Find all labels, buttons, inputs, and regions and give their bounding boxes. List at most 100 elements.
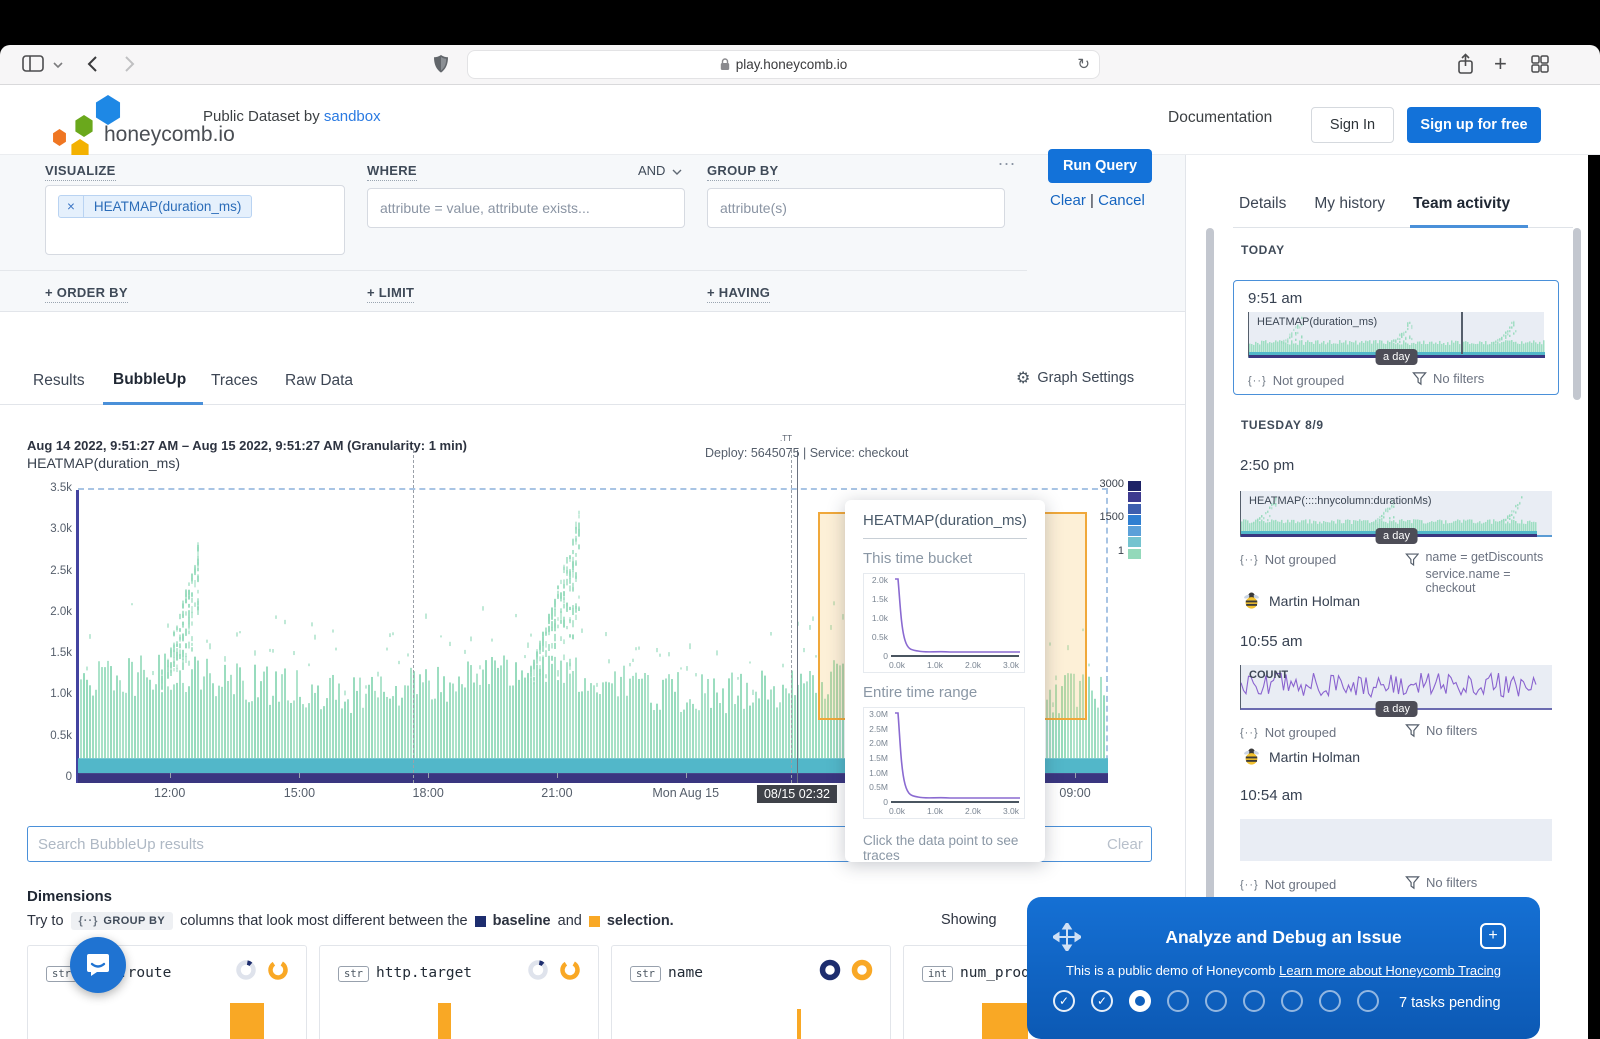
dimension-name: num_prod <box>960 965 1030 981</box>
task-circle[interactable]: ✓ <box>1053 990 1075 1012</box>
group-by-pill-label: GROUP BY <box>103 915 165 927</box>
tab-my-history[interactable]: My history <box>1314 195 1385 213</box>
tuesday-header: TUESDAY 8/9 <box>1241 418 1324 432</box>
task-circle[interactable] <box>1281 990 1303 1012</box>
visualize-label[interactable]: VISUALIZE <box>45 163 116 181</box>
dimension-card-name[interactable]: str name <box>611 945 891 1039</box>
group-by-input[interactable]: attribute(s) <box>707 188 1005 228</box>
selection-swatch <box>589 916 600 927</box>
card-user: Martin Holman <box>1242 747 1360 766</box>
visualize-chip[interactable]: × HEATMAP(duration_ms) <box>58 195 252 218</box>
selection-bar <box>982 1003 1028 1039</box>
where-label[interactable]: WHERE <box>367 163 417 181</box>
card-time: 10:54 am <box>1240 787 1303 804</box>
comparison-rings <box>818 958 876 982</box>
cancel-query-link[interactable]: Cancel <box>1098 192 1145 209</box>
clear-query-link[interactable]: Clear <box>1050 192 1086 209</box>
dimension-card-http-route[interactable]: str http.route <box>27 945 307 1039</box>
share-icon[interactable] <box>1457 53 1474 75</box>
card-time: 9:51 am <box>1248 290 1302 307</box>
duration-badge: a day <box>1375 701 1418 717</box>
group-by-label[interactable]: GROUP BY <box>707 163 779 181</box>
sidebar-scrollbar[interactable] <box>1573 228 1581 400</box>
overflow-menu[interactable]: ... <box>998 149 1016 170</box>
task-circle[interactable] <box>1319 990 1341 1012</box>
sign-in-button[interactable]: Sign In <box>1311 107 1394 143</box>
limit-button[interactable]: + LIMIT <box>367 285 414 303</box>
graph-settings-button[interactable]: ⚙ Graph Settings <box>1016 368 1134 387</box>
sign-in-label: Sign In <box>1330 117 1375 133</box>
lock-icon <box>720 58 730 71</box>
honeycomb-logo[interactable]: honeycomb.io <box>28 93 218 149</box>
legend-mid-label: 1500 <box>1082 511 1124 523</box>
task-circle[interactable] <box>1357 990 1379 1012</box>
time-range-label: Aug 14 2022, 9:51:27 AM – Aug 15 2022, 9… <box>27 438 467 453</box>
tracing-link[interactable]: Learn more about Honeycomb Tracing <box>1279 963 1501 978</box>
user-name: Martin Holman <box>1269 749 1360 765</box>
tab-bubbleup[interactable]: BubbleUp <box>113 371 186 389</box>
forward-icon[interactable] <box>124 55 136 73</box>
active-tab-underline <box>103 402 203 405</box>
screen: play.honeycomb.io ↻ + honeycomb.io Publi… <box>0 0 1600 1039</box>
duration-badge: a day <box>1375 349 1418 365</box>
task-circle[interactable] <box>1167 990 1189 1012</box>
expand-icon[interactable]: + <box>1480 923 1506 949</box>
order-by-button[interactable]: + ORDER BY <box>45 285 128 303</box>
dimension-card-http-target[interactable]: str http.target <box>319 945 599 1039</box>
task-circle[interactable]: ✓ <box>1091 990 1113 1012</box>
where-input[interactable]: attribute = value, attribute exists... <box>367 188 685 228</box>
tab-overview-icon[interactable] <box>1531 55 1549 73</box>
group-by-placeholder: attribute(s) <box>720 200 787 216</box>
documentation-link[interactable]: Documentation <box>1168 109 1272 127</box>
tab-results[interactable]: Results <box>33 372 85 390</box>
back-icon[interactable] <box>86 55 98 73</box>
history-card-1055am[interactable]: 10:55 am COUNT a day {··}Not grouped No … <box>1233 629 1559 764</box>
group-by-pill[interactable]: {··} GROUP BY <box>71 912 174 930</box>
dimension-name: http.target <box>376 965 472 981</box>
logo-hex-blue <box>94 95 122 125</box>
search-clear-button[interactable]: Clear <box>1107 836 1143 853</box>
chip-remove-icon[interactable]: × <box>59 196 84 217</box>
history-card-1054am[interactable]: 10:54 am {··}Not grouped No filters <box>1233 783 1559 903</box>
task-circle[interactable] <box>1243 990 1265 1012</box>
card-grouping: {··}Not grouped <box>1240 552 1336 567</box>
new-tab-icon[interactable]: + <box>1494 51 1507 77</box>
baseline-swatch <box>475 916 486 927</box>
preview-title: HEATMAP(::::hnycolumn:durationMs) <box>1249 495 1432 507</box>
dataset-link[interactable]: sandbox <box>324 108 381 125</box>
tooltip-range-label: Entire time range <box>863 684 1027 701</box>
chevron-down-icon[interactable] <box>53 62 63 69</box>
refresh-icon[interactable]: ↻ <box>1077 55 1090 73</box>
visualize-box[interactable]: × HEATMAP(duration_ms) <box>45 185 345 255</box>
deploy-marker-label: Deploy: 5645075 | Service: checkout <box>705 446 908 460</box>
run-query-label: Run Query <box>1063 158 1137 174</box>
card-filters: No filters <box>1405 723 1477 738</box>
chat-bubble-button[interactable] <box>70 937 126 993</box>
history-card-250pm[interactable]: 2:50 pm HEATMAP(::::hnycolumn:durationMs… <box>1233 453 1559 613</box>
subtitle-prefix: This is a public demo of Honeycomb <box>1066 963 1276 978</box>
run-query-button[interactable]: Run Query <box>1048 149 1152 183</box>
preview-title: COUNT <box>1249 669 1288 681</box>
funnel-icon <box>1405 723 1420 738</box>
shield-icon[interactable] <box>433 54 449 74</box>
tab-raw-data[interactable]: Raw Data <box>285 372 353 390</box>
tab-team-activity[interactable]: Team activity <box>1413 195 1510 213</box>
card-grouping: {··}Not grouped <box>1240 877 1336 892</box>
sidebar-active-underline <box>1410 225 1528 228</box>
content-scrollbar[interactable] <box>1206 228 1214 905</box>
having-button[interactable]: + HAVING <box>707 285 770 303</box>
task-circle[interactable] <box>1129 990 1151 1012</box>
history-card-951am[interactable]: 9:51 am HEATMAP(duration_ms) a day {··}N… <box>1233 280 1559 395</box>
tab-details[interactable]: Details <box>1239 195 1286 213</box>
logo-hex-green <box>74 115 94 137</box>
tab-traces[interactable]: Traces <box>211 372 258 390</box>
url-bar[interactable]: play.honeycomb.io ↻ <box>467 50 1100 79</box>
group-icon: {··} <box>79 915 99 927</box>
sidebar-toggle-icon[interactable] <box>22 55 44 73</box>
tasks-pending-label: 7 tasks pending <box>1399 995 1501 1011</box>
bee-avatar <box>1242 747 1261 766</box>
task-circle[interactable] <box>1205 990 1227 1012</box>
where-and-dropdown[interactable]: AND <box>638 163 682 178</box>
clear-cancel: Clear | Cancel <box>1050 192 1145 209</box>
sign-up-button[interactable]: Sign up for free <box>1407 107 1541 143</box>
